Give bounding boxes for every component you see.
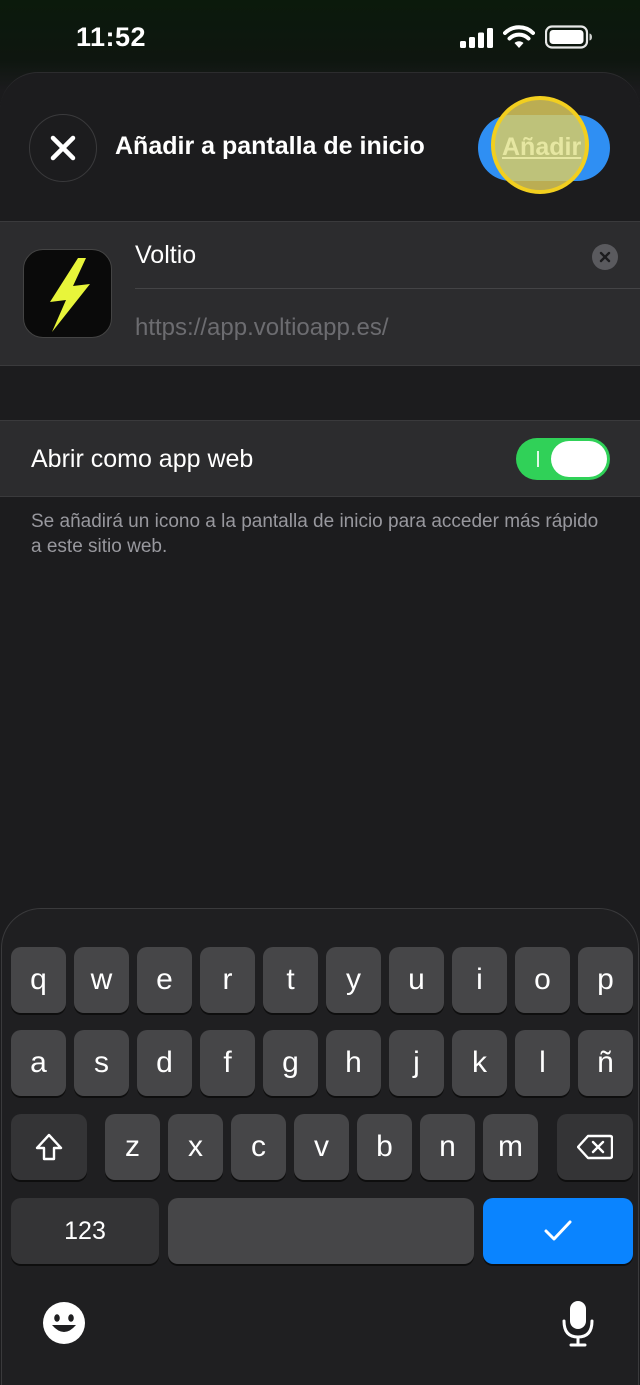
app-url: https://app.voltioapp.es/ — [135, 314, 389, 341]
microphone-icon — [562, 1301, 594, 1347]
dictation-button[interactable] — [560, 1299, 596, 1349]
shift-icon — [35, 1133, 63, 1161]
shift-key[interactable] — [11, 1114, 87, 1180]
key-f[interactable]: f — [200, 1030, 255, 1096]
numbers-key[interactable]: 123 — [11, 1198, 159, 1264]
close-button[interactable] — [29, 114, 97, 182]
key-p[interactable]: p — [578, 947, 633, 1013]
key-o[interactable]: o — [515, 947, 570, 1013]
footnote: Se añadirá un icono a la pantalla de ini… — [31, 511, 599, 557]
key-q[interactable]: q — [11, 947, 66, 1013]
key-r[interactable]: r — [200, 947, 255, 1013]
signal-icon — [460, 28, 493, 48]
key-u[interactable]: u — [389, 947, 444, 1013]
backspace-icon — [577, 1134, 613, 1160]
delete-key[interactable] — [557, 1114, 633, 1180]
toggle-knob — [551, 441, 607, 477]
status-bar: 11:52 — [0, 0, 640, 72]
done-key[interactable] — [483, 1198, 633, 1264]
emoji-icon — [43, 1302, 85, 1344]
add-button-label[interactable]: Añadir — [502, 133, 582, 162]
key-e[interactable]: e — [137, 947, 192, 1013]
emoji-button[interactable] — [42, 1301, 86, 1345]
divider — [135, 288, 640, 289]
app-icon — [23, 249, 112, 338]
sheet-title: Añadir a pantalla de inicio — [115, 132, 425, 160]
clear-icon — [599, 251, 611, 263]
key-h[interactable]: h — [326, 1030, 381, 1096]
key-c[interactable]: c — [231, 1114, 286, 1180]
space-key[interactable] — [168, 1198, 474, 1264]
screen: 11:52 Añadir a pantalla de inicio Añadir — [0, 0, 640, 1385]
key-d[interactable]: d — [137, 1030, 192, 1096]
key-v[interactable]: v — [294, 1114, 349, 1180]
key-m[interactable]: m — [483, 1114, 538, 1180]
key-s[interactable]: s — [74, 1030, 129, 1096]
clear-text-button[interactable] — [592, 244, 618, 270]
key-a[interactable]: a — [11, 1030, 66, 1096]
keyboard: q w e r t y u i o p a s d f g h j k l ñ … — [1, 908, 639, 1385]
key-n[interactable]: n — [420, 1114, 475, 1180]
key-k[interactable]: k — [452, 1030, 507, 1096]
key-g[interactable]: g — [263, 1030, 318, 1096]
web-app-toggle-label: Abrir como app web — [31, 445, 254, 473]
toggle-on-indicator — [537, 451, 539, 467]
key-i[interactable]: i — [452, 947, 507, 1013]
key-x[interactable]: x — [168, 1114, 223, 1180]
key-t[interactable]: t — [263, 947, 318, 1013]
key-z[interactable]: z — [105, 1114, 160, 1180]
battery-icon — [545, 25, 592, 49]
key-w[interactable]: w — [74, 947, 129, 1013]
key-b[interactable]: b — [357, 1114, 412, 1180]
close-icon — [50, 135, 76, 161]
app-name-field[interactable]: Voltio — [135, 241, 196, 270]
web-app-toggle[interactable] — [516, 438, 610, 480]
status-time: 11:52 — [76, 22, 147, 52]
key-n-tilde[interactable]: ñ — [578, 1030, 633, 1096]
checkmark-icon — [544, 1220, 572, 1241]
wifi-icon — [503, 25, 535, 48]
key-l[interactable]: l — [515, 1030, 570, 1096]
lightning-bolt-icon — [50, 258, 90, 332]
key-j[interactable]: j — [389, 1030, 444, 1096]
key-y[interactable]: y — [326, 947, 381, 1013]
